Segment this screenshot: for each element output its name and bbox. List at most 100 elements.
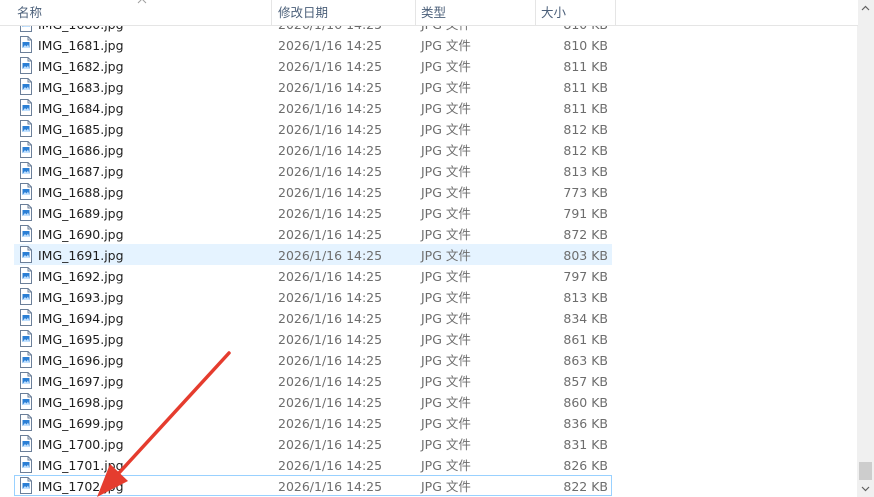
jpg-file-icon: [20, 372, 32, 389]
column-header-name[interactable]: 名称: [17, 0, 42, 25]
file-type: JPG 文件: [421, 206, 471, 221]
file-size: 863 KB: [563, 353, 608, 368]
file-type: JPG 文件: [421, 353, 471, 368]
file-row[interactable]: IMG_1685.jpg 2026/1/16 14:25 JPG 文件 812 KB: [14, 118, 612, 139]
file-date-modified: 2026/1/16 14:25: [278, 38, 383, 53]
file-name[interactable]: IMG_1689.jpg: [38, 203, 124, 222]
file-name[interactable]: IMG_1682.jpg: [38, 56, 124, 75]
jpg-file-icon: [20, 99, 32, 116]
column-divider[interactable]: [535, 0, 536, 25]
file-row[interactable]: IMG_1684.jpg 2026/1/16 14:25 JPG 文件 811 KB: [14, 97, 612, 118]
column-header-type[interactable]: 类型: [421, 0, 446, 25]
jpg-file-icon: [20, 267, 32, 284]
jpg-file-icon: [20, 204, 32, 221]
file-name[interactable]: IMG_1695.jpg: [38, 329, 124, 348]
file-row[interactable]: IMG_1682.jpg 2026/1/16 14:25 JPG 文件 811 KB: [14, 55, 612, 76]
file-size: 813 KB: [563, 164, 608, 179]
file-row[interactable]: IMG_1687.jpg 2026/1/16 14:25 JPG 文件 813 KB: [14, 160, 612, 181]
file-row[interactable]: IMG_1696.jpg 2026/1/16 14:25 JPG 文件 863 KB: [14, 349, 612, 370]
file-date-modified: 2026/1/16 14:25: [278, 269, 383, 284]
column-divider[interactable]: [415, 0, 416, 25]
file-row[interactable]: IMG_1702.jpg 2026/1/16 14:25 JPG 文件 822 KB: [14, 475, 612, 496]
file-size: 861 KB: [563, 332, 608, 347]
jpg-file-icon: [20, 351, 32, 368]
jpg-file-icon: [20, 246, 32, 263]
file-type: JPG 文件: [421, 290, 471, 305]
file-size: 810 KB: [563, 38, 608, 53]
file-date-modified: 2026/1/16 14:25: [278, 374, 383, 389]
file-name[interactable]: IMG_1697.jpg: [38, 371, 124, 390]
file-name[interactable]: IMG_1699.jpg: [38, 413, 124, 432]
file-name[interactable]: IMG_1696.jpg: [38, 350, 124, 369]
jpg-file-icon: [20, 57, 32, 74]
file-row[interactable]: IMG_1695.jpg 2026/1/16 14:25 JPG 文件 861 KB: [14, 328, 612, 349]
file-row[interactable]: IMG_1690.jpg 2026/1/16 14:25 JPG 文件 872 KB: [14, 223, 612, 244]
column-header-size[interactable]: 大小: [541, 0, 566, 25]
vertical-scrollbar[interactable]: [857, 0, 874, 497]
file-size: 773 KB: [563, 185, 608, 200]
file-row[interactable]: IMG_1686.jpg 2026/1/16 14:25 JPG 文件 812 KB: [14, 139, 612, 160]
file-name[interactable]: IMG_1687.jpg: [38, 161, 124, 180]
file-name[interactable]: IMG_1691.jpg: [38, 245, 124, 264]
file-type: JPG 文件: [421, 122, 471, 137]
file-size: 803 KB: [563, 248, 608, 263]
file-date-modified: 2026/1/16 14:25: [278, 479, 383, 494]
jpg-file-icon: [20, 477, 32, 494]
file-name[interactable]: IMG_1690.jpg: [38, 224, 124, 243]
file-date-modified: 2026/1/16 14:25: [278, 59, 383, 74]
file-type: JPG 文件: [421, 38, 471, 53]
file-name[interactable]: IMG_1685.jpg: [38, 119, 124, 138]
file-date-modified: 2026/1/16 14:25: [278, 353, 383, 368]
file-name[interactable]: IMG_1698.jpg: [38, 392, 124, 411]
jpg-file-icon: [20, 435, 32, 452]
file-row[interactable]: IMG_1698.jpg 2026/1/16 14:25 JPG 文件 860 KB: [14, 391, 612, 412]
file-row[interactable]: IMG_1692.jpg 2026/1/16 14:25 JPG 文件 797 KB: [14, 265, 612, 286]
file-name[interactable]: IMG_1693.jpg: [38, 287, 124, 306]
file-type: JPG 文件: [421, 395, 471, 410]
file-name[interactable]: IMG_1686.jpg: [38, 140, 124, 159]
file-name[interactable]: IMG_1684.jpg: [38, 98, 124, 117]
file-type: JPG 文件: [421, 437, 471, 452]
file-type: JPG 文件: [421, 59, 471, 74]
file-type: JPG 文件: [421, 458, 471, 473]
scrollbar-thumb[interactable]: [859, 462, 872, 480]
file-row[interactable]: IMG_1683.jpg 2026/1/16 14:25 JPG 文件 811 KB: [14, 76, 612, 97]
file-row[interactable]: IMG_1699.jpg 2026/1/16 14:25 JPG 文件 836 KB: [14, 412, 612, 433]
file-size: 797 KB: [563, 269, 608, 284]
file-type: JPG 文件: [421, 416, 471, 431]
file-size: 872 KB: [563, 227, 608, 242]
file-size: 811 KB: [563, 59, 608, 74]
file-row[interactable]: IMG_1701.jpg 2026/1/16 14:25 JPG 文件 826 KB: [14, 454, 612, 475]
scroll-down-arrow-icon[interactable]: [857, 480, 874, 497]
file-date-modified: 2026/1/16 14:25: [278, 332, 383, 347]
file-name[interactable]: IMG_1681.jpg: [38, 35, 124, 54]
file-date-modified: 2026/1/16 14:25: [278, 290, 383, 305]
column-divider[interactable]: [615, 0, 616, 25]
file-row[interactable]: IMG_1700.jpg 2026/1/16 14:25 JPG 文件 831 KB: [14, 433, 612, 454]
file-size: 813 KB: [563, 290, 608, 305]
file-row[interactable]: IMG_1694.jpg 2026/1/16 14:25 JPG 文件 834 KB: [14, 307, 612, 328]
column-header-date-modified[interactable]: 修改日期: [278, 0, 328, 25]
file-size: 836 KB: [563, 416, 608, 431]
file-row[interactable]: IMG_1691.jpg 2026/1/16 14:25 JPG 文件 803 KB: [14, 244, 612, 265]
file-name[interactable]: IMG_1700.jpg: [38, 434, 124, 453]
file-date-modified: 2026/1/16 14:25: [278, 416, 383, 431]
file-size: 812 KB: [563, 122, 608, 137]
scroll-up-arrow-icon[interactable]: [857, 0, 874, 17]
file-row[interactable]: IMG_1688.jpg 2026/1/16 14:25 JPG 文件 773 KB: [14, 181, 612, 202]
file-row[interactable]: IMG_1693.jpg 2026/1/16 14:25 JPG 文件 813 KB: [14, 286, 612, 307]
file-name[interactable]: IMG_1683.jpg: [38, 77, 124, 96]
file-date-modified: 2026/1/16 14:25: [278, 458, 383, 473]
file-type: JPG 文件: [421, 332, 471, 347]
column-divider[interactable]: [271, 0, 272, 25]
file-name[interactable]: IMG_1692.jpg: [38, 266, 124, 285]
file-row[interactable]: IMG_1689.jpg 2026/1/16 14:25 JPG 文件 791 KB: [14, 202, 612, 223]
file-name[interactable]: IMG_1701.jpg: [38, 455, 124, 474]
file-row[interactable]: IMG_1681.jpg 2026/1/16 14:25 JPG 文件 810 KB: [14, 34, 612, 55]
file-name[interactable]: IMG_1688.jpg: [38, 182, 124, 201]
file-row[interactable]: IMG_1697.jpg 2026/1/16 14:25 JPG 文件 857 KB: [14, 370, 612, 391]
file-type: JPG 文件: [421, 374, 471, 389]
file-name[interactable]: IMG_1694.jpg: [38, 308, 124, 327]
jpg-file-icon: [20, 456, 32, 473]
file-name[interactable]: IMG_1702.jpg: [38, 476, 124, 495]
